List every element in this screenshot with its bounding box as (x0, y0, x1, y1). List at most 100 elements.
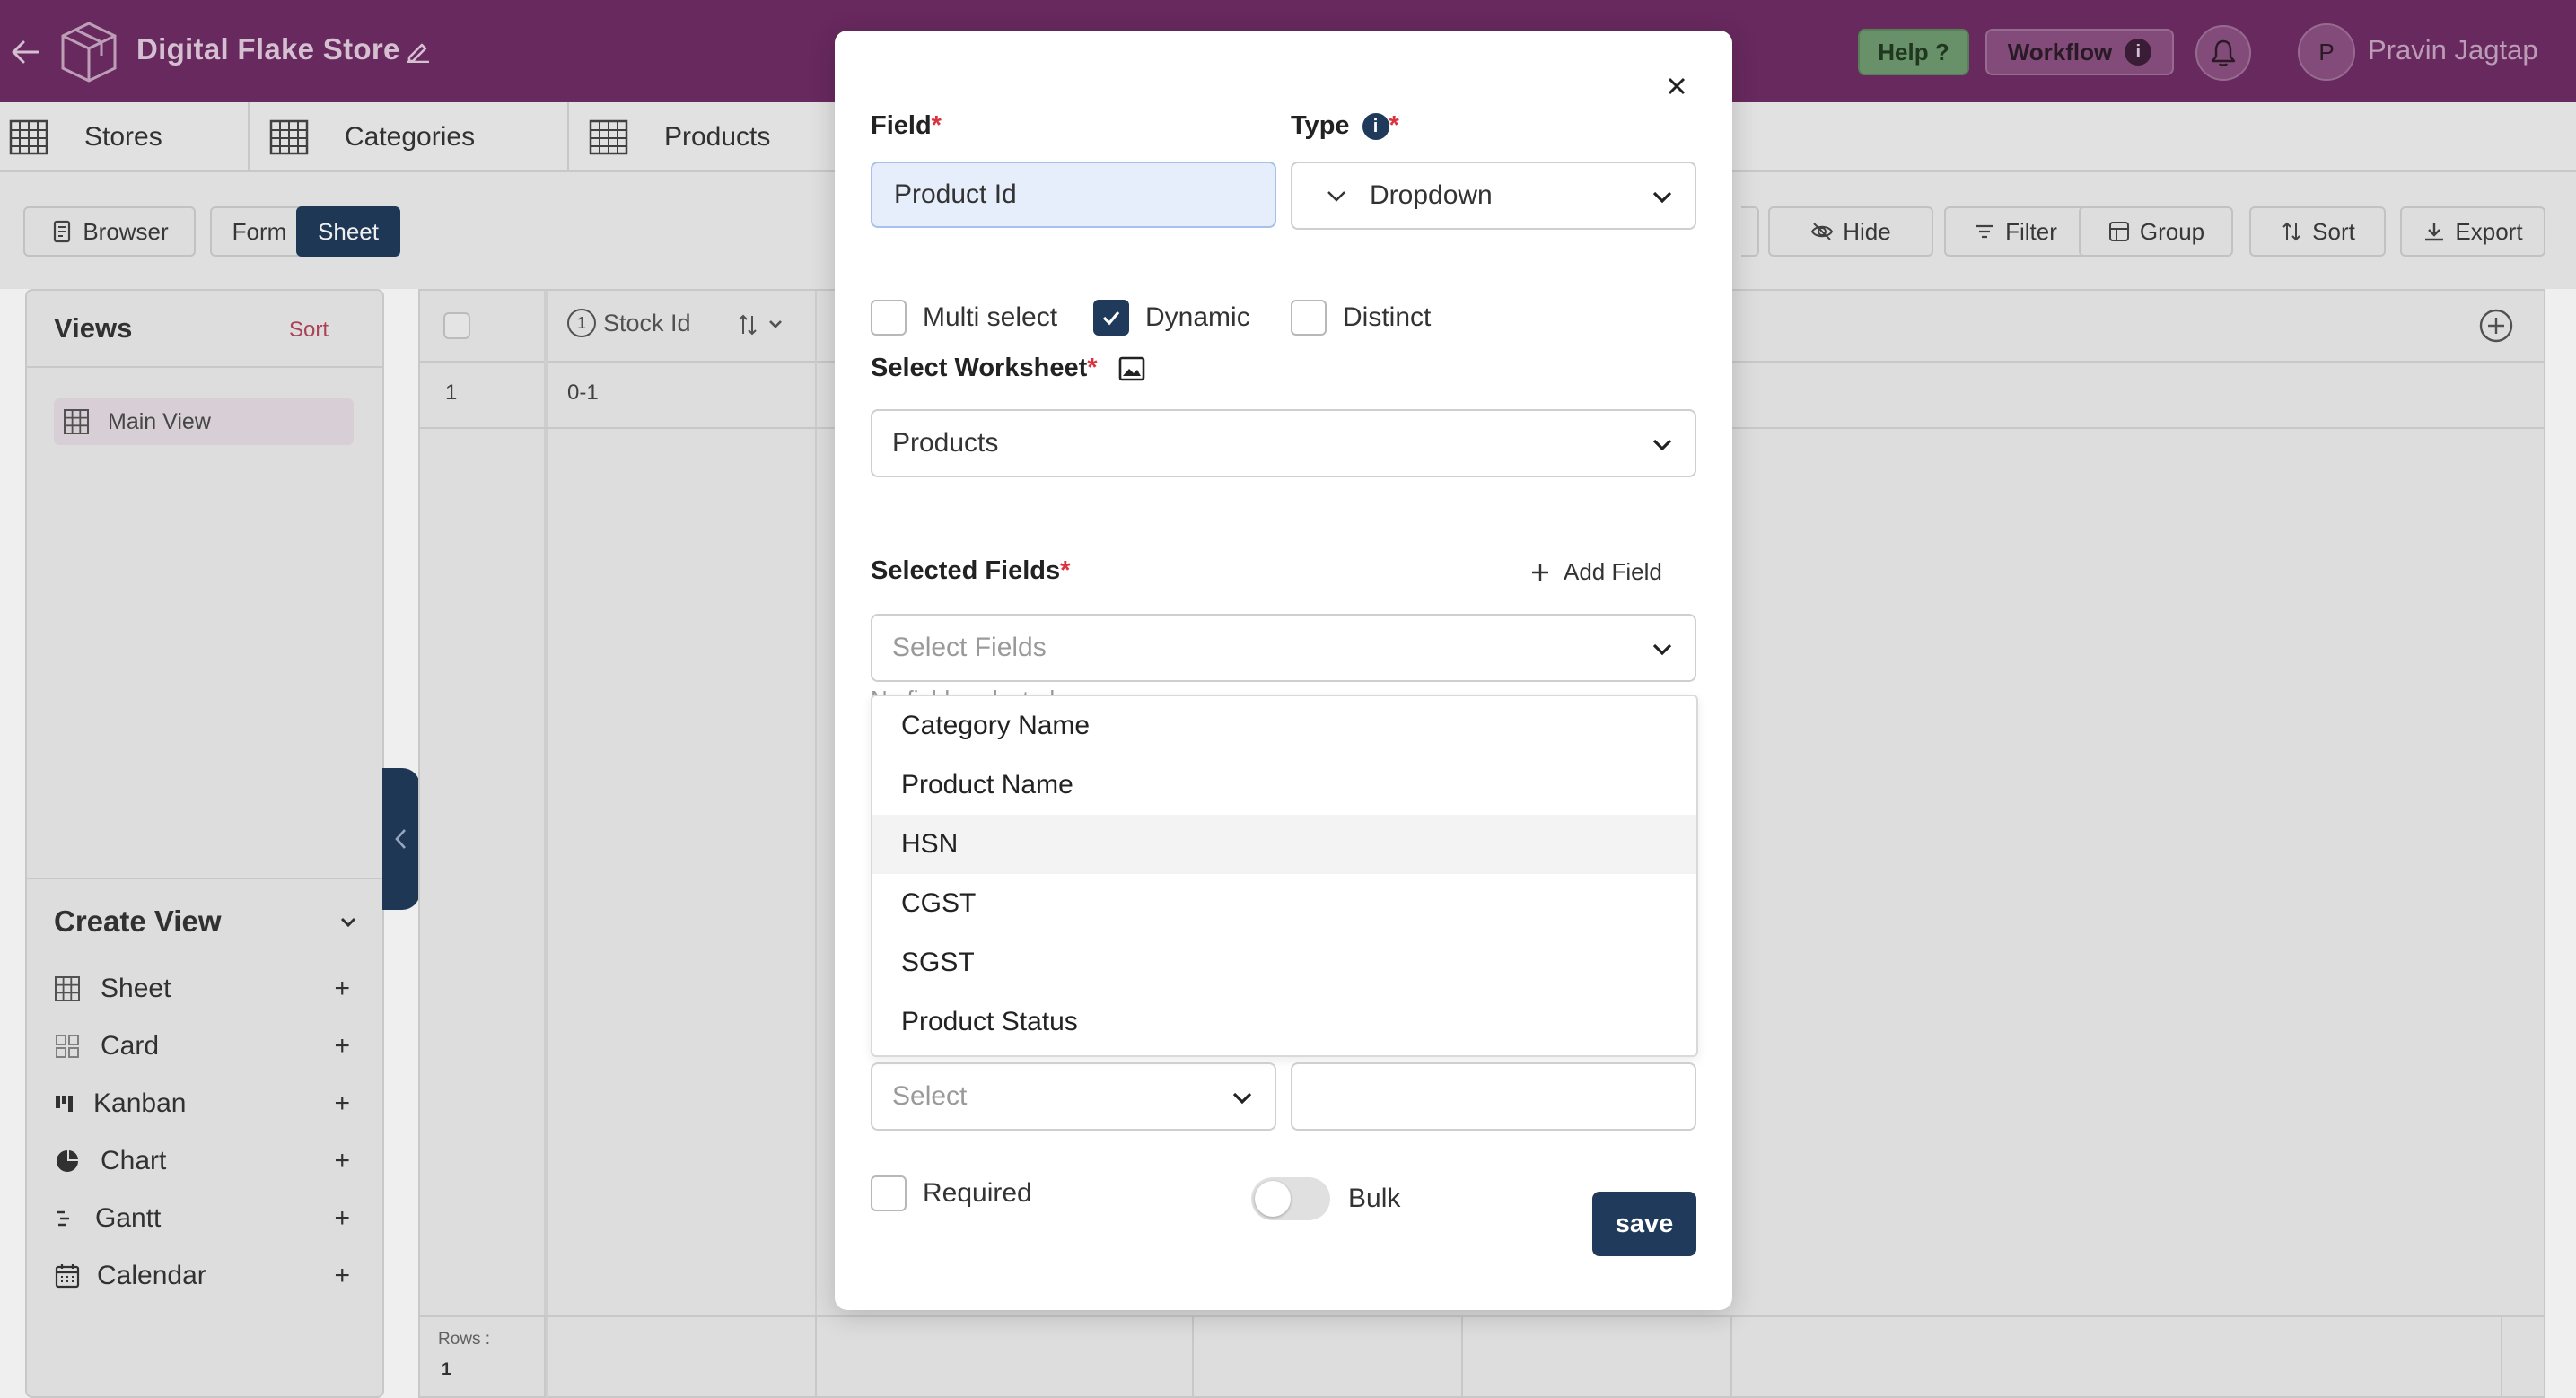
kanban-icon (56, 1096, 73, 1112)
form-button[interactable]: Form (210, 206, 309, 257)
distinct-checkbox[interactable]: Distinct (1291, 300, 1431, 336)
divider (544, 1317, 546, 1398)
create-view-chart[interactable]: Chart + (54, 1141, 377, 1181)
create-view-gantt[interactable]: Gantt + (54, 1199, 377, 1238)
create-view-calendar[interactable]: Calendar + (54, 1256, 377, 1296)
user-avatar[interactable]: P (2298, 23, 2355, 81)
bulk-toggle[interactable] (1251, 1177, 1330, 1220)
checkbox-checked[interactable] (1093, 300, 1129, 336)
plus-icon[interactable]: + (334, 1261, 350, 1291)
condition-select[interactable]: Select (871, 1062, 1276, 1131)
checkbox[interactable] (871, 300, 907, 336)
required-checkbox[interactable]: Required (871, 1175, 1032, 1211)
create-view-label: Card (101, 1031, 160, 1061)
sheet-button[interactable]: Sheet (296, 206, 400, 257)
pie-chart-icon (57, 1150, 78, 1172)
column-header-stock-id[interactable]: 1 Stock Id (567, 309, 691, 337)
workflow-button[interactable]: Workflow i (1985, 29, 2174, 75)
type-select[interactable]: Dropdown (1291, 162, 1696, 230)
sort-button[interactable]: Sort (2249, 206, 2386, 257)
cell-stock-id[interactable]: 0-1 (567, 380, 599, 406)
hide-label: Hide (1843, 217, 1891, 245)
plus-icon[interactable]: + (334, 1088, 350, 1119)
dropdown-option[interactable]: HSN (872, 815, 1696, 874)
browser-button[interactable]: Browser (23, 206, 196, 257)
hide-button[interactable]: Hide (1768, 206, 1933, 257)
select-worksheet-label: Select Worksheet * (871, 354, 1146, 383)
tab-categories[interactable]: Categories (260, 102, 569, 172)
calendar-icon (55, 1264, 80, 1289)
chevron-down-icon[interactable] (337, 912, 359, 933)
workflow-label: Workflow (2007, 38, 2113, 66)
dropdown-option[interactable]: Product Name (872, 756, 1696, 815)
toolbar-button-partial (1741, 206, 1759, 257)
add-field-button[interactable]: Add Field (1529, 558, 1662, 586)
dropdown-option[interactable]: Product Status (872, 992, 1696, 1052)
views-sort-link[interactable]: Sort (289, 318, 329, 343)
column-sort-icon[interactable] (738, 309, 792, 341)
download-icon (2425, 223, 2444, 241)
chevron-down-icon (1232, 1092, 1252, 1105)
checkbox[interactable] (1291, 300, 1327, 336)
sidebar-item-main-view[interactable]: Main View (54, 398, 354, 445)
plus-icon[interactable]: + (334, 1203, 350, 1234)
field-name-input[interactable]: Product Id (871, 162, 1276, 228)
notification-bell-button[interactable] (2195, 25, 2251, 81)
group-button[interactable]: Group (2079, 206, 2233, 257)
grid-icon (269, 119, 309, 155)
views-title: Views (54, 312, 133, 344)
close-button[interactable] (1660, 70, 1693, 102)
value-input[interactable] (1291, 1062, 1696, 1131)
user-name[interactable]: Pravin Jagtap (2368, 34, 2538, 66)
collapse-sidebar-button[interactable] (382, 768, 420, 910)
tab-stores[interactable]: Stores (0, 102, 250, 172)
add-column-icon[interactable] (2477, 307, 2515, 345)
selected-fields-label: Selected Fields* (871, 556, 1070, 586)
image-icon[interactable] (1117, 354, 1146, 383)
multi-select-checkbox[interactable]: Multi select (871, 300, 1057, 336)
create-view-title[interactable]: Create View (54, 904, 222, 939)
required-mark: * (1389, 111, 1399, 140)
chevron-down-icon (1652, 191, 1672, 204)
tab-products[interactable]: Products (580, 102, 849, 172)
worksheet-select[interactable]: Products (871, 409, 1696, 477)
dropdown-option[interactable]: CGST (872, 874, 1696, 933)
group-label: Group (2139, 217, 2205, 245)
eye-off-icon (1811, 223, 1834, 240)
back-arrow-icon[interactable] (7, 34, 43, 70)
grid-icon (589, 119, 628, 155)
plus-icon[interactable]: + (334, 974, 350, 1004)
checkbox-label: Multi select (923, 302, 1058, 332)
checkbox[interactable] (871, 1175, 907, 1211)
grid-icon (55, 976, 80, 1001)
help-button[interactable]: Help ? (1858, 29, 1969, 75)
save-button[interactable]: save (1592, 1192, 1696, 1256)
dropdown-option[interactable]: SGST (872, 933, 1696, 992)
filter-icon (1976, 224, 1994, 239)
export-button[interactable]: Export (2400, 206, 2545, 257)
plus-icon[interactable]: + (334, 1146, 350, 1176)
create-view-card[interactable]: Card + (54, 1027, 377, 1066)
row-index: 1 (445, 380, 458, 405)
select-all-checkbox[interactable] (443, 312, 470, 339)
divider (27, 366, 382, 368)
checkbox-label: Dynamic (1145, 302, 1250, 332)
info-icon[interactable]: i (1362, 113, 1389, 141)
filter-button[interactable]: Filter (1944, 206, 2086, 257)
tab-label: Products (664, 122, 771, 152)
fields-dropdown-list: Category Name Product Name HSN CGST SGST… (871, 695, 1698, 1057)
create-view-sheet[interactable]: Sheet + (54, 969, 377, 1009)
create-view-label: Chart (101, 1146, 167, 1175)
create-view-label: Sheet (101, 974, 171, 1003)
selected-fields-select[interactable]: Select Fields (871, 614, 1696, 682)
dynamic-checkbox[interactable]: Dynamic (1093, 300, 1250, 336)
dropdown-option[interactable]: Category Name (872, 696, 1696, 756)
chevron-left-icon (395, 829, 406, 849)
group-icon (2108, 222, 2129, 241)
views-sidebar: Views Sort Main View Create View Sheet +… (25, 289, 384, 1398)
plus-icon[interactable]: + (334, 1031, 350, 1062)
column-header-label: Stock Id (603, 309, 691, 336)
check-icon (1102, 310, 1120, 326)
edit-pencil-icon[interactable] (406, 38, 431, 63)
create-view-kanban[interactable]: Kanban + (54, 1084, 377, 1123)
